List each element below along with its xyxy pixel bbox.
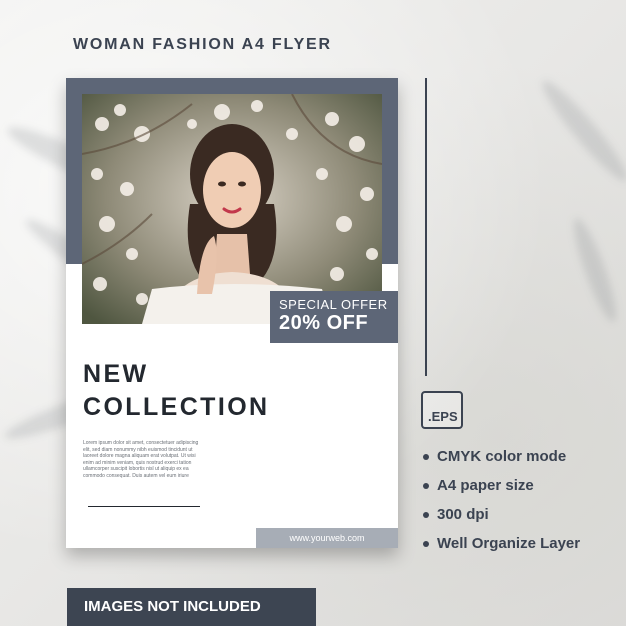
spec-label: Well Organize Layer	[437, 535, 581, 552]
model-photo	[82, 94, 382, 324]
offer-subtitle: SPECIAL OFFER	[279, 297, 388, 312]
bullet-icon	[423, 482, 429, 489]
spec-label: A4 paper size	[437, 477, 534, 494]
headline-line-1: NEW	[83, 360, 149, 388]
spec-label: 300 dpi	[437, 506, 489, 523]
spec-item: A4 paper size	[423, 471, 580, 500]
spec-label: CMYK color mode	[437, 448, 567, 465]
bullet-icon	[423, 453, 429, 460]
spec-item: CMYK color mode	[423, 442, 580, 471]
eps-label: .EPS	[428, 409, 458, 424]
bullet-icon	[423, 540, 429, 547]
eps-file-icon: .EPS	[421, 391, 463, 429]
divider-line	[425, 78, 427, 376]
offer-discount: 20% OFF	[279, 312, 369, 334]
website-bar: www.yourweb.com	[256, 528, 398, 548]
spec-list: CMYK color mode A4 paper size 300 dpi We…	[423, 442, 580, 558]
spec-item: 300 dpi	[423, 500, 580, 529]
images-not-included-banner: IMAGES NOT INCLUDED	[67, 588, 316, 626]
page-title: WOMAN FASHION A4 FLYER	[73, 36, 332, 53]
flyer-mockup: SPECIAL OFFER 20% OFF NEW COLLECTION Lor…	[66, 78, 398, 548]
spec-item: Well Organize Layer	[423, 529, 580, 558]
body-text: Lorem ipsum dolor sit amet, consectetuer…	[83, 440, 199, 479]
bullet-icon	[423, 511, 429, 518]
rule-line	[88, 506, 200, 507]
headline-line-2: COLLECTION	[83, 393, 270, 421]
special-offer-badge: SPECIAL OFFER 20% OFF	[270, 291, 398, 343]
headline: NEW COLLECTION	[83, 358, 270, 424]
